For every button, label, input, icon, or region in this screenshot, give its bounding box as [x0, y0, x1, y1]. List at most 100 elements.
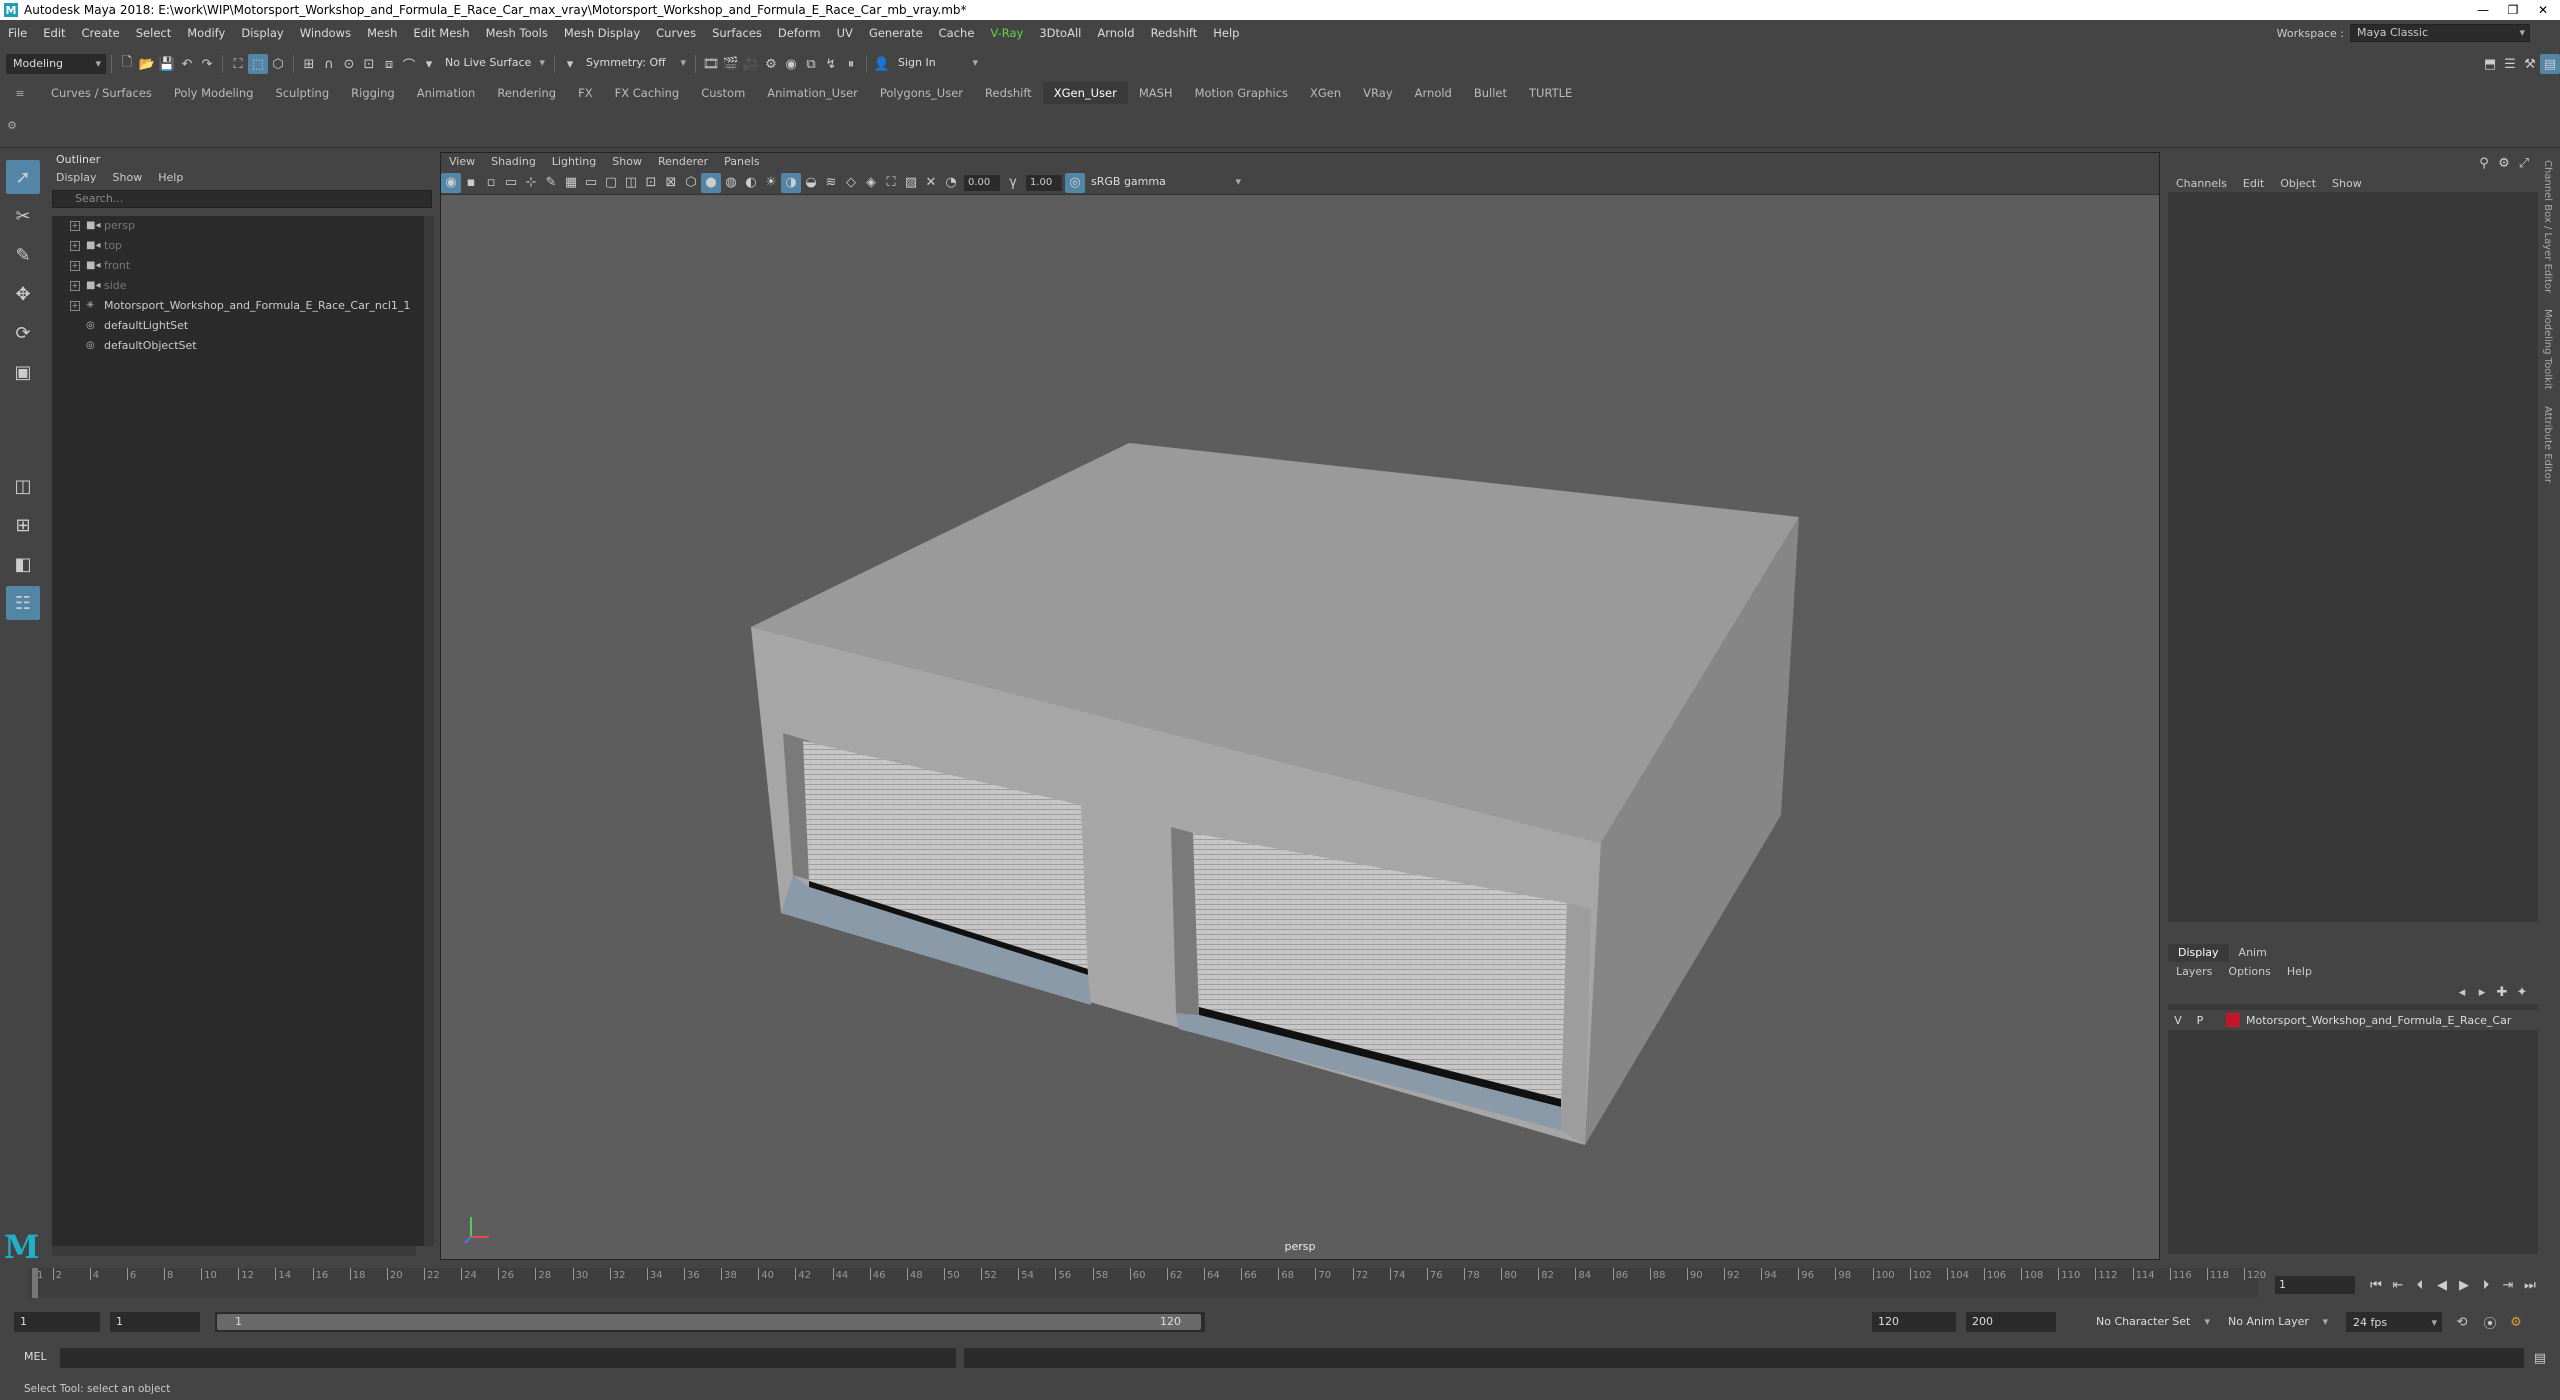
side-tab-attribute-editor[interactable]: Attribute Editor — [2542, 398, 2553, 491]
layer-visibility-toggle[interactable]: V — [2168, 1014, 2188, 1027]
shelf-options-icon[interactable]: ≡ — [0, 87, 40, 100]
move-layer-down-icon[interactable]: ▸ — [2472, 982, 2492, 1002]
outliner-menu-show[interactable]: Show — [105, 171, 151, 184]
wireframe-icon[interactable]: ⬡ — [681, 173, 701, 193]
menu-set-dropdown[interactable]: Modeling — [6, 54, 106, 74]
menu-file[interactable]: File — [0, 22, 35, 44]
channel-box-menu-edit[interactable]: Edit — [2235, 177, 2272, 190]
outliner-item[interactable]: + ■◂ front — [52, 256, 426, 276]
menu-display[interactable]: Display — [233, 22, 291, 44]
move-layer-up-icon[interactable]: ◂ — [2452, 982, 2472, 1002]
select-camera-icon[interactable]: ◉ — [441, 172, 461, 193]
render-settings-icon[interactable]: ⚙ — [761, 54, 781, 74]
step-forward-frame-icon[interactable]: ⏵ — [2475, 1278, 2497, 1293]
channel-box-icon[interactable]: ▤ — [2540, 54, 2560, 74]
character-set-dropdown[interactable]: No Character Set — [2090, 1312, 2214, 1332]
grid-icon[interactable]: ▦ — [561, 173, 581, 193]
viewport-menu-renderer[interactable]: Renderer — [650, 153, 716, 171]
menu-deform[interactable]: Deform — [770, 22, 829, 44]
paint-select-icon[interactable]: ✎ — [6, 238, 40, 272]
menu-mesh-display[interactable]: Mesh Display — [556, 22, 648, 44]
command-input[interactable] — [60, 1348, 956, 1368]
menu-uv[interactable]: UV — [829, 22, 861, 44]
safe-title-icon[interactable]: ⊠ — [661, 173, 681, 193]
menu-help[interactable]: Help — [1205, 22, 1247, 44]
expand-icon[interactable]: + — [70, 281, 80, 291]
layer-menu-help[interactable]: Help — [2279, 965, 2320, 978]
undo-icon[interactable]: ↶ — [177, 54, 197, 74]
layer-tab-display[interactable]: Display — [2168, 944, 2229, 962]
menu-cache[interactable]: Cache — [931, 22, 983, 44]
loop-icon[interactable]: ⟲ — [2452, 1312, 2472, 1332]
menu-edit[interactable]: Edit — [35, 22, 73, 44]
layer-row[interactable]: V P Motorsport_Workshop_and_Formula_E_Ra… — [2168, 1010, 2538, 1030]
outliner-item[interactable]: ◎ defaultLightSet — [52, 316, 426, 336]
playback-end-field[interactable]: 120 — [1872, 1312, 1956, 1332]
command-language-label[interactable]: MEL — [24, 1350, 47, 1363]
menu-mesh-tools[interactable]: Mesh Tools — [478, 22, 556, 44]
render-view-icon[interactable]: 🎞 — [701, 54, 721, 74]
tool-settings-icon[interactable]: ⚒ — [2520, 54, 2540, 74]
image-plane-icon[interactable]: ▭ — [501, 173, 521, 193]
range-bar[interactable]: 1 120 — [215, 1312, 1205, 1332]
shelf-tab-poly-modeling[interactable]: Poly Modeling — [163, 82, 265, 104]
shelf-tab-rigging[interactable]: Rigging — [340, 82, 406, 104]
new-layer-selected-icon[interactable]: ✦ — [2512, 982, 2532, 1002]
channel-box-menu-channels[interactable]: Channels — [2168, 177, 2235, 190]
gamma-field[interactable]: 1.00 — [1026, 174, 1062, 191]
expand-icon[interactable]: + — [70, 261, 80, 271]
bookmarks-icon[interactable]: ▫ — [481, 173, 501, 193]
xray-joints-icon[interactable]: ✕ — [921, 173, 941, 193]
layer-playback-toggle[interactable]: P — [2188, 1014, 2212, 1027]
range-bar-handle[interactable]: 1 120 — [217, 1314, 1201, 1330]
open-scene-icon[interactable]: 📂 — [137, 54, 157, 74]
step-forward-key-icon[interactable]: ⇥ — [2497, 1278, 2519, 1293]
shelf-tab-rendering[interactable]: Rendering — [486, 82, 567, 104]
symmetry-dd-icon[interactable]: ▾ — [560, 54, 580, 74]
textured-icon[interactable]: ◐ — [741, 173, 761, 193]
outliner-menu-help[interactable]: Help — [150, 171, 191, 184]
menu-edit-mesh[interactable]: Edit Mesh — [405, 22, 477, 44]
outliner-horizontal-scrollbar[interactable] — [52, 1246, 416, 1256]
render-current-icon[interactable]: 🎬 — [721, 54, 741, 74]
persp-outliner-layout-icon[interactable]: ◧ — [6, 547, 40, 581]
use-all-lights-icon[interactable]: ☀ — [761, 173, 781, 193]
outliner-search-input[interactable]: Search... — [52, 190, 432, 208]
script-editor-icon[interactable]: ▤ — [2530, 1348, 2550, 1368]
screen-space-ao-icon[interactable]: ◒ — [801, 173, 821, 193]
smooth-shade-icon[interactable]: ● — [701, 172, 721, 193]
timeline[interactable]: 1 2 4 6 8 10 12 14 16 18 20 22 24 26 28 30 32 34 36 38 40 42 4… — [28, 1268, 2266, 1298]
workspace-dropdown[interactable]: Maya Classic — [2350, 24, 2530, 42]
snap-curve-icon[interactable]: ∩ — [319, 54, 339, 74]
select-component-icon[interactable]: ⬡ — [268, 54, 288, 74]
modeling-toolkit-icon[interactable]: ⬒ — [2480, 54, 2500, 74]
minimize-button[interactable]: — — [2468, 0, 2498, 20]
restore-button[interactable]: ❐ — [2498, 0, 2528, 20]
shelf-menu-icon[interactable]: ⚙ — [7, 119, 17, 132]
redo-icon[interactable]: ↷ — [197, 54, 217, 74]
menu-windows[interactable]: Windows — [292, 22, 359, 44]
viewport-menu-show[interactable]: Show — [604, 153, 650, 171]
shelf-tab-sculpting[interactable]: Sculpting — [264, 82, 340, 104]
layer-tab-anim[interactable]: Anim — [2229, 944, 2277, 962]
go-to-start-icon[interactable]: ⏮ — [2365, 1278, 2387, 1293]
side-tab-channel-box-layer-editor[interactable]: Channel Box / Layer Editor — [2542, 152, 2553, 301]
shelf-tab-fx[interactable]: FX — [567, 82, 604, 104]
channel-box-pin-icon[interactable]: ⚲ — [2474, 153, 2494, 173]
symmetry-field[interactable]: Symmetry: Off — [580, 54, 690, 74]
gate-mask-icon[interactable]: ◫ — [621, 173, 641, 193]
camera-attributes-icon[interactable]: ▪ — [461, 173, 481, 193]
snap-view-icon[interactable]: ⊡ — [359, 54, 379, 74]
two-d-pan-icon[interactable]: ⊹ — [521, 173, 541, 193]
outliner-item[interactable]: + ■◂ top — [52, 236, 426, 256]
scale-tool-icon[interactable]: ▣ — [6, 355, 40, 389]
viewport-menu-view[interactable]: View — [441, 153, 483, 171]
vray-render-icon[interactable]: ⧉ — [801, 54, 821, 74]
channel-box-settings-icon[interactable]: ⚙ — [2494, 153, 2514, 173]
wireframe-on-shaded-icon[interactable]: ◍ — [721, 173, 741, 193]
close-button[interactable]: ✕ — [2528, 0, 2558, 20]
shelf-tab-animation[interactable]: Animation — [406, 82, 487, 104]
viewport-canvas[interactable] — [441, 195, 2159, 1259]
single-perspective-layout-icon[interactable]: ◫ — [6, 469, 40, 503]
shelf-tab-mash[interactable]: MASH — [1128, 82, 1184, 104]
